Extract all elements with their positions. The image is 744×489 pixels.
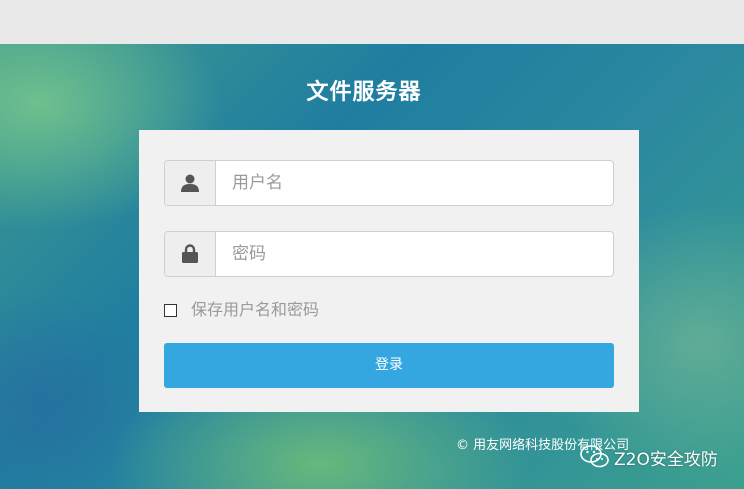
user-icon	[165, 161, 216, 205]
remember-label: 保存用户名和密码	[191, 300, 320, 319]
watermark-text: Z2O安全攻防	[614, 450, 718, 470]
password-field-group	[164, 231, 614, 277]
username-input[interactable]	[217, 161, 613, 205]
page-title: 文件服务器	[306, 80, 422, 105]
username-field-group	[164, 160, 614, 206]
remember-checkbox[interactable]	[164, 304, 177, 317]
password-input[interactable]	[217, 232, 613, 276]
lock-icon	[165, 232, 216, 276]
login-panel: 保存用户名和密码 登录	[139, 130, 639, 412]
login-button[interactable]: 登录	[164, 343, 614, 388]
top-bar	[0, 0, 744, 44]
wechat-icon	[580, 445, 609, 468]
